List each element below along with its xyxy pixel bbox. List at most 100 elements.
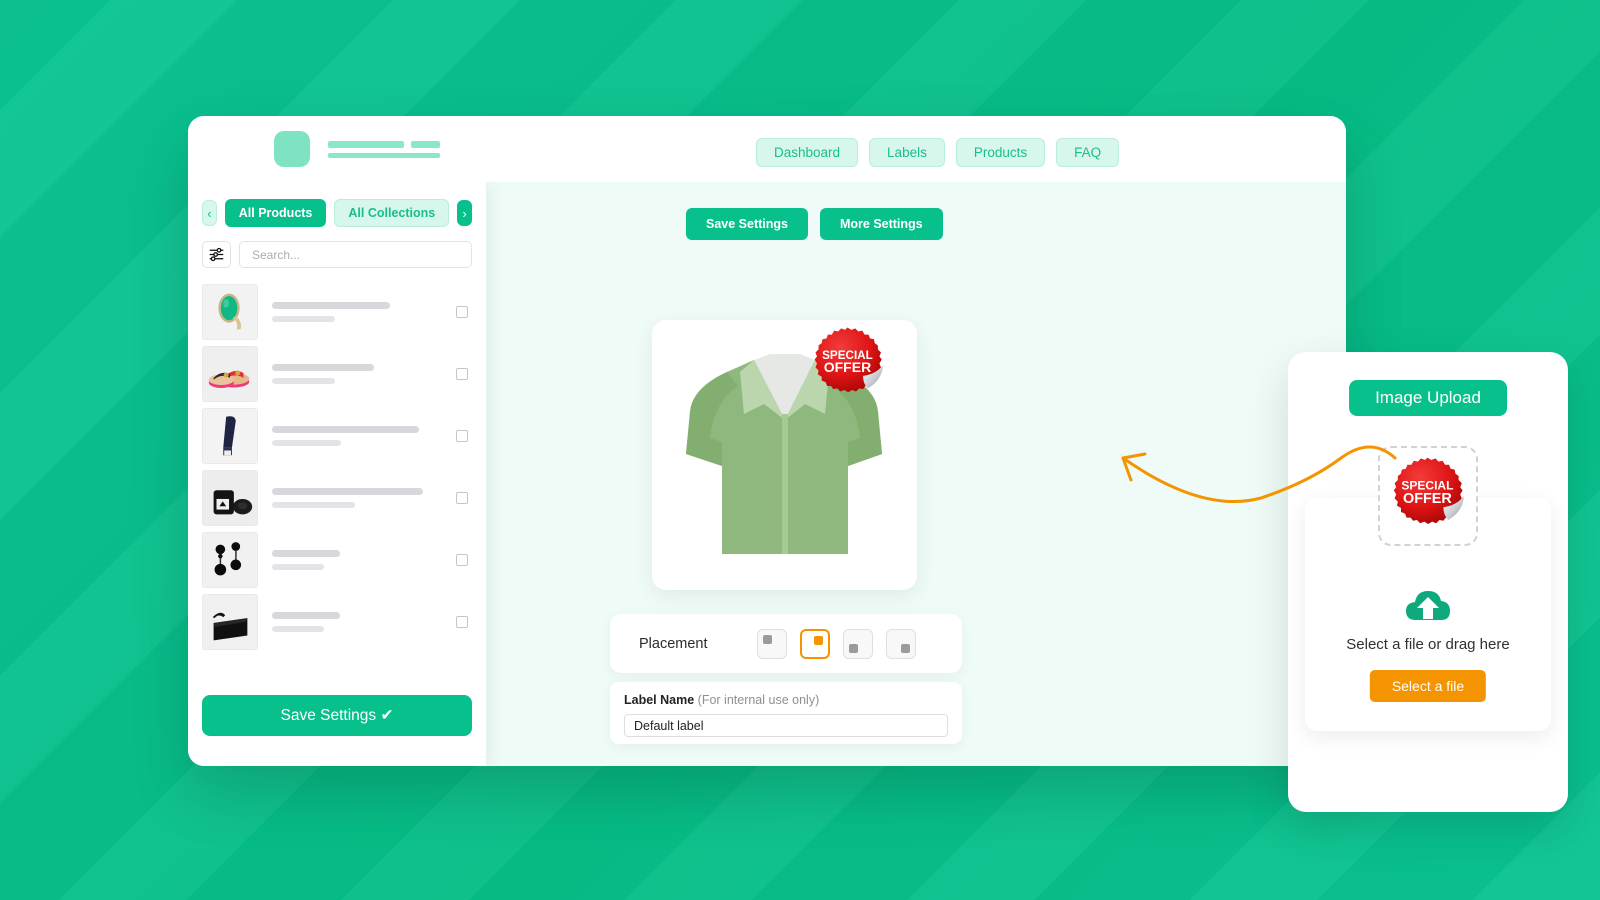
brand-logo-group [274, 131, 440, 167]
sidebar-search-row [188, 227, 486, 268]
label-name-card: Label Name (For internal use only) [610, 682, 962, 744]
app-window: Dashboard Labels Products FAQ ‹ All Prod… [188, 116, 1568, 812]
product-text-placeholder [258, 364, 456, 384]
navy-sock-icon [203, 409, 257, 463]
product-thumbnail [202, 284, 258, 340]
product-thumbnail [202, 594, 258, 650]
list-item[interactable] [202, 591, 472, 653]
list-item[interactable] [202, 281, 472, 343]
product-thumbnail [202, 532, 258, 588]
editor-toolbar: Save Settings More Settings [686, 208, 943, 240]
list-item[interactable] [202, 343, 472, 405]
segment-all-products[interactable]: All Products [224, 199, 327, 227]
product-text-placeholder [258, 550, 456, 570]
placement-dot [814, 635, 823, 645]
product-checkbox[interactable] [456, 492, 468, 504]
product-text-placeholder [258, 488, 456, 508]
sliders-icon [209, 247, 224, 262]
image-upload-panel: Image Upload SPECIAL OFFER Select a file… [1288, 352, 1568, 812]
product-text-placeholder [258, 426, 456, 446]
skeleton-bar [272, 626, 324, 632]
brand-name-placeholder [328, 140, 440, 158]
filter-button[interactable] [202, 241, 231, 268]
product-thumbnail [202, 346, 258, 402]
skeleton-bar [272, 550, 340, 557]
header-nav: Dashboard Labels Products FAQ [756, 138, 1120, 167]
list-item[interactable] [202, 405, 472, 467]
nav-item-faq[interactable]: FAQ [1056, 138, 1120, 167]
next-page-button[interactable]: › [457, 200, 472, 226]
placement-card: Placement [610, 614, 962, 673]
label-name-title: Label Name [624, 693, 695, 707]
special-offer-badge: SPECIAL OFFER [814, 327, 884, 393]
special-offer-badge-upload: SPECIAL OFFER [1393, 457, 1465, 524]
product-text-placeholder [258, 612, 456, 632]
green-gemstone-ring-icon [203, 285, 257, 339]
app-body: ‹ All Products All Collections › Search.… [188, 182, 1346, 766]
app-header: Dashboard Labels Products FAQ [188, 116, 1346, 182]
dropzone-card[interactable]: SPECIAL OFFER Select a file or drag here… [1305, 446, 1551, 731]
segment-all-collections[interactable]: All Collections [334, 199, 450, 227]
list-item[interactable] [202, 529, 472, 591]
skeleton-bar [272, 488, 423, 495]
brand-placeholder-bar [328, 140, 404, 148]
product-checkbox[interactable] [456, 430, 468, 442]
label-name-input[interactable] [624, 714, 948, 737]
black-drop-earrings-icon [203, 533, 257, 587]
product-list [188, 268, 486, 653]
sidebar-save-settings-button[interactable]: Save Settings ✔ [202, 695, 472, 736]
placement-options [757, 628, 916, 659]
nav-item-dashboard[interactable]: Dashboard [756, 138, 859, 167]
badge-bottom-text: OFFER [1403, 491, 1452, 507]
placement-option-bottom-left[interactable] [843, 628, 873, 659]
brand-logo-mark [274, 131, 310, 167]
badge-preview-dropzone[interactable]: SPECIAL OFFER [1378, 446, 1478, 546]
skeleton-bar [272, 364, 374, 371]
cloud-upload-icon [1406, 591, 1450, 620]
label-name-hint: (For internal use only) [697, 693, 820, 707]
product-checkbox[interactable] [456, 616, 468, 628]
skeleton-bar [272, 502, 355, 508]
skeleton-bar [272, 302, 390, 309]
prev-page-button[interactable]: ‹ [202, 200, 217, 226]
skeleton-bar [272, 440, 341, 446]
nav-item-products[interactable]: Products [955, 138, 1046, 167]
nav-item-labels[interactable]: Labels [869, 138, 945, 167]
placement-option-top-right[interactable] [800, 628, 830, 659]
more-settings-button[interactable]: More Settings [819, 208, 943, 240]
skeleton-bar [272, 564, 324, 570]
product-thumbnail [202, 470, 258, 526]
brand-placeholder-bar [328, 152, 440, 158]
editor-area: Save Settings More Settings SPECIAL OFFE… [486, 182, 1346, 766]
select-file-button[interactable]: Select a file [1369, 670, 1487, 702]
black-leather-pouch-icon [203, 595, 257, 649]
skeleton-bar [272, 612, 340, 619]
dropzone-text: Select a file or drag here [1346, 636, 1510, 653]
sidebar-segment-row: ‹ All Products All Collections › [188, 182, 486, 227]
list-item[interactable] [202, 467, 472, 529]
badge-bottom-text: OFFER [824, 359, 872, 375]
placement-label: Placement [639, 635, 708, 652]
save-settings-button[interactable]: Save Settings [686, 208, 808, 240]
sidebar: ‹ All Products All Collections › Search.… [188, 182, 486, 766]
brand-placeholder-bar [411, 140, 440, 148]
placement-dot [763, 634, 772, 644]
black-candle-jar-icon [203, 471, 257, 525]
product-checkbox[interactable] [456, 368, 468, 380]
red-pink-sandals-icon [203, 347, 257, 401]
product-preview-card: SPECIAL OFFER [652, 320, 917, 590]
label-name-heading: Label Name (For internal use only) [624, 693, 948, 707]
product-checkbox[interactable] [456, 306, 468, 318]
placement-dot [901, 643, 910, 653]
product-checkbox[interactable] [456, 554, 468, 566]
placement-option-top-left[interactable] [757, 628, 787, 659]
product-thumbnail [202, 408, 258, 464]
placement-option-bottom-right[interactable] [886, 628, 916, 659]
search-input[interactable] [239, 241, 472, 268]
placement-dot [849, 643, 858, 653]
image-upload-title[interactable]: Image Upload [1349, 380, 1507, 416]
product-text-placeholder [258, 302, 456, 322]
skeleton-bar [272, 378, 335, 384]
skeleton-bar [272, 316, 335, 322]
skeleton-bar [272, 426, 419, 433]
